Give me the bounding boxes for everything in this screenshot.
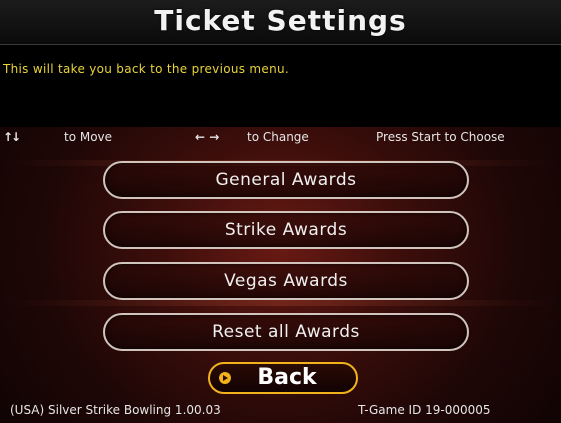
help-bar: ↑↓ to Move ← → to Change Press Start to … (0, 128, 561, 148)
up-down-arrows-icon: ↑↓ (3, 130, 21, 144)
move-help-label: to Move (64, 130, 113, 144)
start-help-label: Press Start to Choose (376, 130, 505, 144)
general-awards-button[interactable]: General Awards (103, 161, 469, 199)
title-bar: Ticket Settings (0, 0, 561, 45)
footer: (USA) Silver Strike Bowling 1.00.03 T-Ga… (0, 402, 561, 422)
back-button-label: Back (257, 365, 317, 390)
left-right-arrows-icon: ← → (195, 130, 220, 144)
info-panel: This will take you back to the previous … (0, 45, 561, 127)
game-version-text: (USA) Silver Strike Bowling 1.00.03 (10, 403, 221, 417)
change-help-label: to Change (247, 130, 309, 144)
game-id-text: T-Game ID 19-000005 (358, 403, 491, 417)
info-text: This will take you back to the previous … (3, 62, 290, 76)
background-streak (0, 300, 561, 306)
page-title: Ticket Settings (154, 4, 407, 37)
back-button[interactable]: Back (208, 362, 358, 394)
reset-all-awards-button[interactable]: Reset all Awards (103, 313, 469, 351)
strike-awards-button[interactable]: Strike Awards (103, 211, 469, 249)
vegas-awards-button[interactable]: Vegas Awards (103, 262, 469, 300)
